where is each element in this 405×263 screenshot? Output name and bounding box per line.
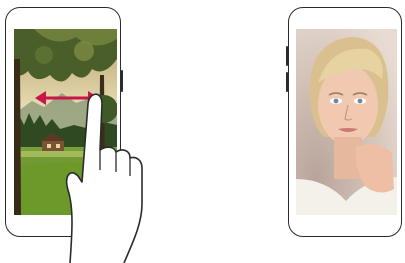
- right-phone: [286, 7, 402, 237]
- portrait-photo: [296, 29, 397, 215]
- volume-button: [286, 46, 288, 66]
- right-phone-screen[interactable]: [296, 29, 397, 215]
- volume-button: [286, 72, 288, 92]
- pointing-hand-icon: [65, 93, 143, 263]
